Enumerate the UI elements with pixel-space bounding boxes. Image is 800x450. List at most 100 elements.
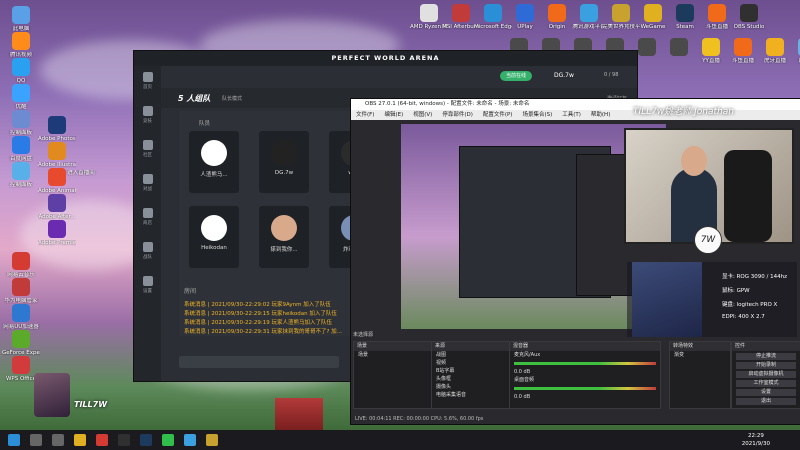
- arena-user-name[interactable]: DG.7w: [554, 72, 574, 79]
- desktop-icon[interactable]: 华为电脑管家: [2, 278, 40, 304]
- online-pill[interactable]: 当前在线: [500, 71, 533, 81]
- desktop-icon-label: OBS Studio: [733, 24, 765, 30]
- arena-sidebar-item[interactable]: 对战: [134, 174, 161, 202]
- app-icon: [670, 38, 688, 56]
- app-icon: [12, 58, 30, 76]
- app-icon: [12, 110, 30, 128]
- obs-menu-item[interactable]: 场景集合(S): [522, 112, 552, 118]
- taskbar-taskview-icon[interactable]: [52, 434, 64, 446]
- desktop-extra-label[interactable]: 进入直播间: [62, 170, 100, 176]
- arena-sidebar-item[interactable]: 首页: [134, 72, 161, 100]
- control-button[interactable]: 退出: [736, 398, 796, 405]
- mixer-channel-level: 0.0 dB: [514, 394, 531, 400]
- stream-avatar: [34, 373, 70, 417]
- app-icon: [702, 38, 720, 56]
- mixer-header: 混音器: [510, 342, 660, 351]
- app-icon: [12, 278, 30, 296]
- control-button[interactable]: 启动虚拟摄像机: [736, 371, 796, 378]
- source-item[interactable]: B站字幕: [432, 367, 509, 375]
- mixer-panel: 混音器 麦克风/Aux 0.0 dB 桌面音频 0.0 dB: [509, 341, 661, 409]
- taskbar-explorer-icon[interactable]: [74, 434, 86, 446]
- app-icon: [676, 4, 694, 22]
- obs-menu-item[interactable]: 文件(F): [356, 112, 374, 118]
- desktop-icon[interactable]: Adobe Illustrat...: [38, 142, 76, 168]
- taskbar-netease-icon[interactable]: [96, 434, 108, 446]
- member-name: DG.7w: [274, 170, 294, 176]
- obs-menu-item[interactable]: 帮助(H): [591, 112, 610, 118]
- member-avatar: [201, 215, 227, 241]
- desktop-icon[interactable]: OBS Studio: [730, 4, 768, 30]
- desktop-icon[interactable]: 控制面板: [2, 162, 40, 188]
- taskbar-tencent-icon[interactable]: [184, 434, 196, 446]
- app-icon: [708, 4, 726, 22]
- desktop-icon[interactable]: Adobe After...: [38, 194, 76, 220]
- team-member-card[interactable]: DG.7w: [259, 131, 309, 193]
- taskbar-wechat-icon[interactable]: [162, 434, 174, 446]
- source-item[interactable]: 电脑采集语音: [432, 391, 509, 399]
- source-item[interactable]: 视频: [432, 359, 509, 367]
- arena-sidebar-item[interactable]: 竞技: [134, 106, 161, 134]
- desktop-icon[interactable]: Adobe Photosh...: [38, 116, 76, 142]
- scene-item[interactable]: 场景: [354, 351, 431, 359]
- desktop-icon[interactable]: 网易UU加速器: [2, 304, 40, 330]
- member-avatar: [271, 140, 297, 166]
- sidebar-icon: [142, 106, 153, 116]
- desktop-icon[interactable]: 此电脑: [2, 6, 40, 32]
- obs-menu-item[interactable]: 编辑(E): [384, 112, 403, 118]
- volume-meter[interactable]: [514, 362, 656, 365]
- arena-tab-title[interactable]: 5 人组队: [178, 93, 210, 104]
- clock-time: 22:29: [747, 433, 764, 439]
- arena-sidebar-item[interactable]: 商店: [134, 208, 161, 236]
- taskbar-clock[interactable]: 22:29 2021/9/30: [742, 432, 770, 448]
- spec-line: 鼠标: GPW: [722, 288, 750, 294]
- desktop-icon[interactable]: 优酷: [2, 84, 40, 110]
- desktop-icon[interactable]: 回收站: [788, 38, 800, 64]
- control-button[interactable]: 设置: [736, 389, 796, 396]
- team-member-card[interactable]: 搽到我你...: [259, 206, 309, 268]
- desktop-icon[interactable]: 腾讯视频: [2, 32, 40, 58]
- app-icon: [548, 4, 566, 22]
- arena-sidebar: 首页竞技社区对战商店战队设置: [134, 66, 161, 381]
- chat-input[interactable]: [179, 356, 339, 368]
- desktop-icon[interactable]: 网易云音乐: [2, 252, 40, 278]
- desktop-icon[interactable]: 控制面板: [2, 110, 40, 136]
- volume-meter[interactable]: [514, 387, 656, 390]
- obs-menu-item[interactable]: 配置文件(P): [483, 112, 513, 118]
- arena-sidebar-item[interactable]: 战队: [134, 242, 161, 270]
- app-icon: [420, 4, 438, 22]
- app-icon: [638, 38, 656, 56]
- team-label: 队员: [199, 121, 211, 127]
- sources-panel: 来源 战图 视频 B站字幕 头像框 摄像头 电脑采集语音: [431, 341, 510, 409]
- control-button[interactable]: 工作室模式: [736, 380, 796, 387]
- taskbar-arena-icon[interactable]: [206, 434, 218, 446]
- source-item[interactable]: 战图: [432, 351, 509, 359]
- control-button[interactable]: 开始录制: [736, 362, 796, 369]
- sidebar-icon: [142, 140, 153, 150]
- arena-mode-label[interactable]: 队长模式: [222, 95, 242, 102]
- obs-menu-item[interactable]: 工具(T): [562, 112, 581, 118]
- arena-sidebar-item[interactable]: 社区: [134, 140, 161, 168]
- obs-menu-item[interactable]: 视图(V): [413, 112, 432, 118]
- source-item[interactable]: 头像框: [432, 375, 509, 383]
- taskbar-start-icon[interactable]: [8, 434, 20, 446]
- obs-menu-item[interactable]: 停靠部件(D): [442, 112, 473, 118]
- desktop-icon[interactable]: Adobe Premie...: [38, 220, 76, 246]
- basketball-image: [275, 398, 323, 430]
- desktop-icon[interactable]: GeForce Experience: [2, 330, 40, 356]
- member-avatar: [271, 215, 297, 241]
- source-item[interactable]: 摄像头: [432, 383, 509, 391]
- taskbar-obs-icon[interactable]: [118, 434, 130, 446]
- team-member-card[interactable]: 人渣熊马...: [189, 131, 239, 193]
- taskbar-steam-icon[interactable]: [140, 434, 152, 446]
- app-icon: [12, 330, 30, 348]
- arena-sidebar-item[interactable]: 设置: [134, 276, 161, 304]
- mixer-channel-name: 麦克风/Aux: [514, 352, 541, 358]
- transition-select[interactable]: 渐变: [670, 351, 730, 359]
- taskbar-search-icon[interactable]: [30, 434, 42, 446]
- control-button[interactable]: 停止推流: [736, 353, 796, 360]
- team-member-card[interactable]: Heikodan: [189, 206, 239, 268]
- desktop-icon[interactable]: 百度网盘: [2, 136, 40, 162]
- controls-panel: 控件 停止推流 开始录制 启动虚拟摄像机 工作室模式 设置 退出: [731, 341, 800, 409]
- app-icon: [580, 4, 598, 22]
- desktop-icon[interactable]: QQ: [2, 58, 40, 84]
